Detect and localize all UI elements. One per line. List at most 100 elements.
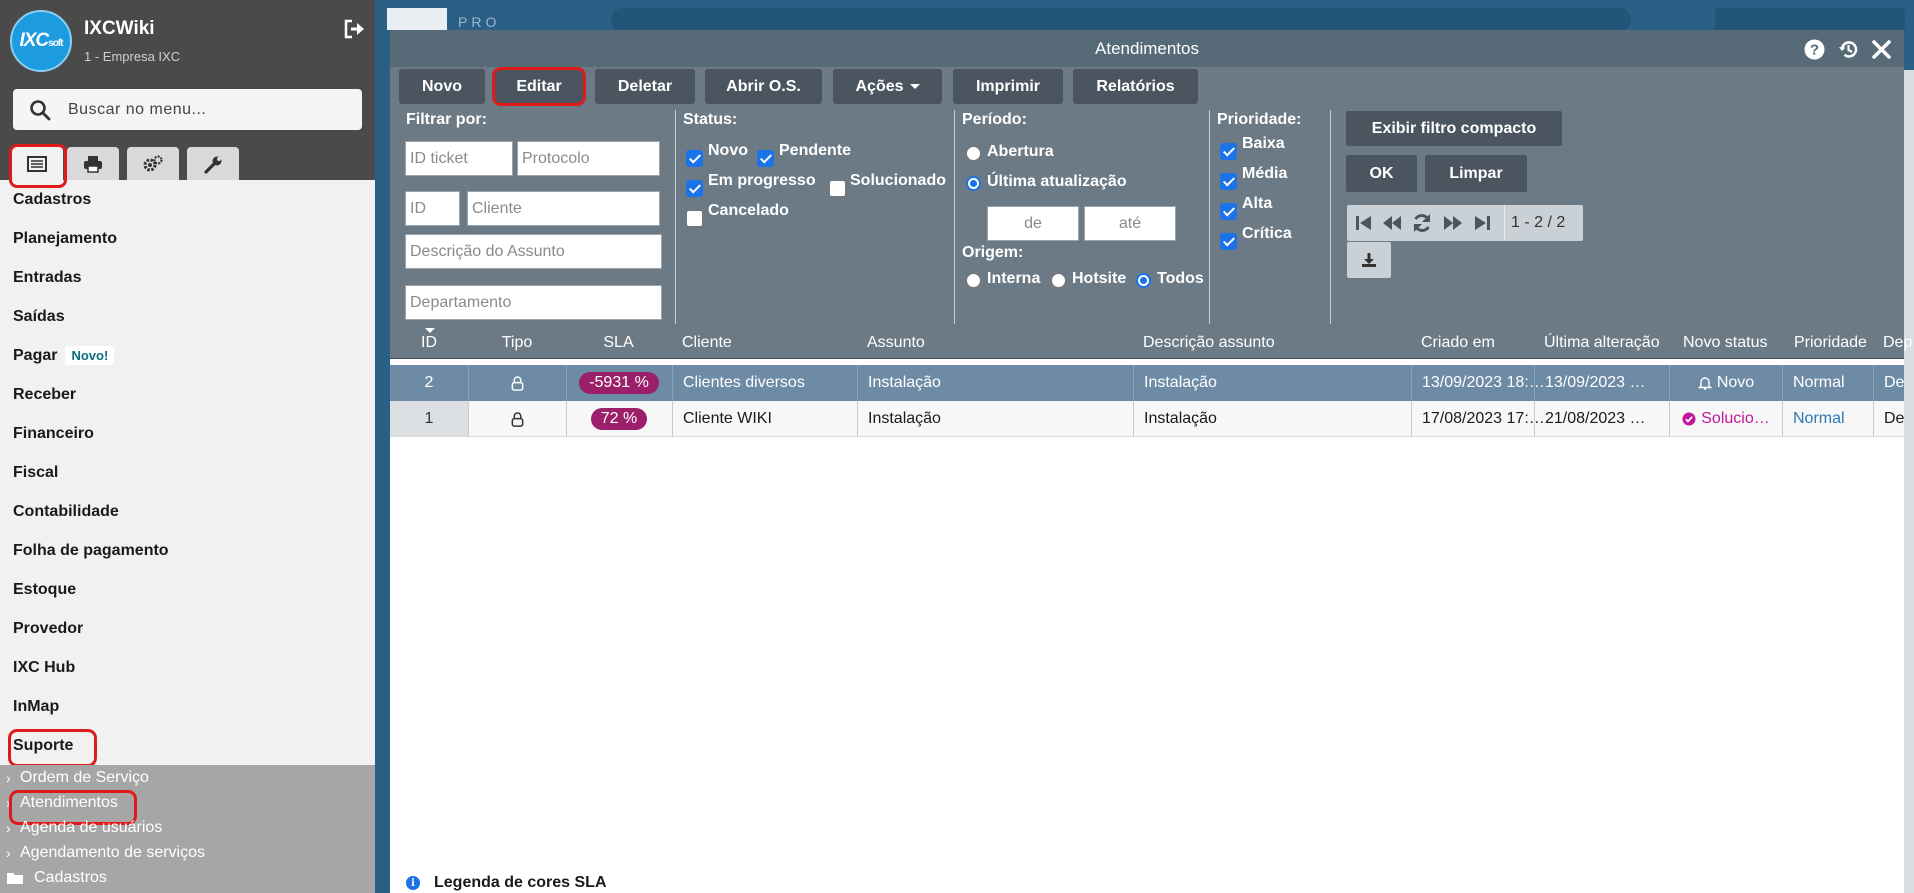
cell-descricao: Instalação: [1133, 401, 1411, 437]
menu-item-suporte[interactable]: Suporte: [0, 726, 375, 767]
menu-item-entradas[interactable]: Entradas: [0, 258, 375, 297]
tab-menu-list[interactable]: [9, 144, 67, 188]
col-sla-header[interactable]: SLA: [566, 334, 671, 352]
periodo-abertura-radio[interactable]: [966, 146, 981, 161]
status-label: Status:: [683, 111, 738, 128]
col-tipo-header[interactable]: Tipo: [468, 334, 566, 352]
submenu-item-agendamento-de-servicos[interactable]: › Agendamento de serviços: [0, 840, 375, 865]
col-ultima-alteracao-header[interactable]: Última alteração: [1544, 334, 1660, 352]
periodo-ultima-atualizacao-radio[interactable]: [966, 176, 981, 191]
status-cancelado-checkbox[interactable]: [686, 210, 703, 227]
previous-page-icon[interactable]: [1381, 212, 1403, 234]
status-solucionado-checkbox[interactable]: [829, 180, 846, 197]
menu-item-inmap[interactable]: InMap: [0, 687, 375, 726]
tab-settings[interactable]: [127, 147, 179, 180]
submenu-item-ordem-de-servico[interactable]: › Ordem de Serviço: [0, 765, 375, 790]
chevron-right-icon: ›: [6, 769, 11, 786]
status-pendente-checkbox[interactable]: [757, 150, 774, 167]
page-scrollbar[interactable]: [1904, 70, 1914, 893]
check-circle-icon: [1682, 412, 1696, 426]
cell-ultima-alteracao: 13/09/2023 …: [1534, 365, 1669, 401]
descricao-assunto-input[interactable]: [405, 234, 662, 269]
prioridade-alta-checkbox[interactable]: [1220, 203, 1237, 220]
limpar-button[interactable]: Limpar: [1425, 155, 1527, 192]
deletar-button[interactable]: Deletar: [595, 69, 695, 104]
menu-search[interactable]: [13, 89, 362, 130]
cell-dep: Dep: [1873, 365, 1904, 401]
col-id-header[interactable]: ID: [390, 334, 468, 352]
menu-item-contabilidade[interactable]: Contabilidade: [0, 492, 375, 531]
submenu-item-label: Agendamento de serviços: [20, 843, 205, 861]
app-name: IXCWiki: [84, 18, 155, 39]
sla-legend[interactable]: i Legenda de cores SLA: [406, 874, 607, 892]
help-icon[interactable]: ?: [1804, 39, 1825, 60]
origem-hotsite-radio[interactable]: [1051, 273, 1066, 288]
menu-item-planejamento[interactable]: Planejamento: [0, 219, 375, 258]
suporte-submenu: › Ordem de Serviço › Atendimentos › Agenda …: [0, 765, 375, 893]
imprimir-button[interactable]: Imprimir: [953, 69, 1063, 104]
menu-item-label: Cadastros: [13, 190, 92, 208]
menu-item-financeiro[interactable]: Financeiro: [0, 414, 375, 453]
data-ate-input[interactable]: [1084, 206, 1176, 241]
acoes-dropdown-button[interactable]: Ações: [833, 69, 942, 104]
tab-tools[interactable]: [187, 147, 239, 180]
id-ticket-input[interactable]: [405, 141, 513, 176]
submenu-item-atendimentos[interactable]: › Atendimentos: [0, 790, 375, 825]
submenu-item-agenda-de-usuarios[interactable]: › Agenda de usuários: [0, 815, 375, 840]
origem-interna-radio[interactable]: [966, 273, 981, 288]
col-assunto-header[interactable]: Assunto: [867, 334, 925, 352]
menu-item-ixc-hub[interactable]: IXC Hub: [0, 648, 375, 687]
editar-button[interactable]: Editar: [492, 67, 586, 106]
sort-desc-icon: [425, 328, 435, 333]
menu-item-receber[interactable]: Receber: [0, 375, 375, 414]
col-criado-header[interactable]: Criado em: [1421, 334, 1495, 352]
tab-print[interactable]: [67, 147, 119, 180]
menu-item-provedor[interactable]: Provedor: [0, 609, 375, 648]
relatorios-button[interactable]: Relatórios: [1073, 69, 1198, 104]
col-descricao-header[interactable]: Descrição assunto: [1143, 334, 1275, 352]
abrir-os-button[interactable]: Abrir O.S.: [705, 69, 822, 104]
prioridade-baixa-checkbox[interactable]: [1220, 143, 1237, 160]
first-page-icon[interactable]: [1353, 212, 1375, 234]
menu-item-label: Fiscal: [13, 463, 59, 481]
menu-item-pagar[interactable]: Pagar Novo!: [0, 336, 375, 375]
menu-search-input[interactable]: [68, 100, 348, 119]
submenu-folder-cadastros[interactable]: Cadastros: [0, 865, 375, 890]
prioridade-media-checkbox[interactable]: [1220, 173, 1237, 190]
col-novo-status-header[interactable]: Novo status: [1683, 334, 1767, 352]
table-row[interactable]: 1 72 % Cliente WIKI Instalação Instalaçã…: [390, 401, 1904, 437]
sidebar-header: IXC soft IXCWiki 1 - Empresa IXC: [0, 0, 375, 188]
menu-item-estoque[interactable]: Estoque: [0, 570, 375, 609]
col-cliente-header[interactable]: Cliente: [682, 334, 732, 352]
menu-item-saidas[interactable]: Saídas: [0, 297, 375, 336]
protocolo-input[interactable]: [517, 141, 660, 176]
status-em-progresso-label: Em progresso: [708, 172, 816, 189]
data-de-input[interactable]: [987, 206, 1079, 241]
menu-item-cadastros[interactable]: Cadastros: [0, 180, 375, 219]
menu-item-label: Suporte: [13, 736, 74, 754]
status-em-progresso-checkbox[interactable]: [686, 180, 703, 197]
export-button[interactable]: [1347, 242, 1391, 278]
novo-button[interactable]: Novo: [399, 69, 485, 104]
table-row[interactable]: 2 -5931 % Clientes diversos Instalação I…: [390, 365, 1904, 401]
close-icon[interactable]: [1871, 39, 1892, 60]
menu-item-fiscal[interactable]: Fiscal: [0, 453, 375, 492]
company-name: 1 - Empresa IXC: [84, 49, 181, 64]
prioridade-critica-checkbox[interactable]: [1220, 233, 1237, 250]
id-input[interactable]: [405, 191, 460, 226]
cliente-input[interactable]: [467, 191, 660, 226]
origem-todos-radio[interactable]: [1136, 273, 1151, 288]
col-dep-header[interactable]: Dep: [1883, 334, 1912, 352]
col-prioridade-header[interactable]: Prioridade: [1794, 334, 1867, 352]
status-novo-checkbox[interactable]: [686, 150, 703, 167]
next-page-icon[interactable]: [1442, 212, 1464, 234]
refresh-icon[interactable]: [1411, 212, 1433, 234]
exibir-filtro-compacto-button[interactable]: Exibir filtro compacto: [1346, 111, 1562, 146]
last-page-icon[interactable]: [1471, 212, 1493, 234]
logout-icon[interactable]: [343, 18, 367, 40]
departamento-input[interactable]: [405, 285, 662, 320]
menu-item-folha-de-pagamento[interactable]: Folha de pagamento: [0, 531, 375, 570]
history-icon[interactable]: [1838, 39, 1859, 60]
logo-text: IXC: [19, 30, 49, 51]
ok-button[interactable]: OK: [1346, 155, 1417, 192]
